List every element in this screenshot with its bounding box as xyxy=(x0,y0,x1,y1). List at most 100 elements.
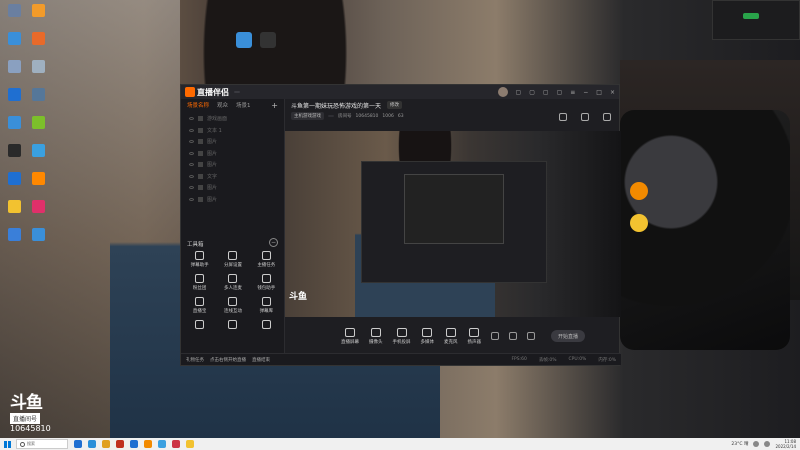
taskbar-app-icon[interactable] xyxy=(186,440,194,448)
tab-scene1[interactable]: 场景1 xyxy=(236,101,251,109)
clock[interactable]: 11:08 2022/2/14 xyxy=(775,439,796,449)
maximize-icon[interactable]: □ xyxy=(596,89,602,96)
scene-item[interactable]: 图片 xyxy=(189,194,276,206)
tool-item[interactable]: 弹幕助手 xyxy=(183,251,216,268)
desktop-shortcut[interactable] xyxy=(4,116,24,138)
notice-icon[interactable]: ▢ xyxy=(529,89,535,96)
desktop-shortcut[interactable] xyxy=(4,144,24,166)
taskbar-app-icon[interactable] xyxy=(102,440,110,448)
taskbar-app-icon[interactable] xyxy=(74,440,82,448)
message-icon[interactable]: ▢ xyxy=(557,89,563,96)
volume-icon[interactable] xyxy=(764,441,771,447)
desktop-shortcut[interactable] xyxy=(28,4,48,26)
menu-icon[interactable]: ≡ xyxy=(570,89,575,96)
scene-item[interactable]: 图片 xyxy=(189,182,276,194)
toolbox-collapse-button[interactable]: − xyxy=(269,238,278,247)
taskbar-search[interactable]: 搜索 xyxy=(16,439,68,449)
desktop-app-icon[interactable] xyxy=(630,214,648,232)
desktop-shortcut[interactable] xyxy=(4,172,24,194)
gift-icon[interactable]: ▢ xyxy=(516,89,522,96)
status-task[interactable]: 礼物任务 xyxy=(186,357,204,363)
screen-capture-button[interactable]: 直播屏幕 xyxy=(341,327,359,345)
visibility-icon[interactable] xyxy=(189,174,194,178)
taskbar-app-icon[interactable] xyxy=(88,440,96,448)
scene-item[interactable]: 文本 1 xyxy=(189,125,276,137)
stream-preview[interactable]: 斗鱼 xyxy=(285,131,621,317)
tool-item[interactable]: 连线互动 xyxy=(216,297,249,314)
gift-box-icon[interactable] xyxy=(559,113,567,121)
tool-item[interactable]: 粉丝团 xyxy=(183,274,216,291)
scene-item[interactable]: 图片 xyxy=(189,136,276,148)
start-button[interactable] xyxy=(0,438,14,450)
visibility-icon[interactable] xyxy=(189,197,194,201)
visibility-icon[interactable] xyxy=(189,163,194,167)
tool-item[interactable] xyxy=(250,320,283,331)
user-avatar[interactable] xyxy=(497,87,508,97)
device-chip[interactable] xyxy=(328,115,334,117)
header-tools xyxy=(559,113,611,121)
desktop-shortcut[interactable] xyxy=(28,228,48,250)
tool-item[interactable]: 弹幕库 xyxy=(250,297,283,314)
taskbar-app-icon[interactable] xyxy=(172,440,180,448)
minimize-icon[interactable]: − xyxy=(583,89,588,96)
desktop-shortcut[interactable] xyxy=(28,116,48,138)
tool-item[interactable]: 主播任务 xyxy=(250,251,283,268)
settings-icon[interactable] xyxy=(527,332,535,340)
version-badge[interactable] xyxy=(234,91,240,93)
tool-item[interactable]: 钱包助手 xyxy=(250,274,283,291)
camera-button[interactable]: 摄像头 xyxy=(369,327,383,345)
desktop-shortcut[interactable] xyxy=(4,88,24,110)
desktop-shortcut[interactable] xyxy=(4,228,24,250)
tool-item[interactable]: 直播宝 xyxy=(183,297,216,314)
notification-popup[interactable] xyxy=(712,0,800,40)
visibility-icon[interactable] xyxy=(189,128,194,132)
taskbar-app-icon[interactable] xyxy=(158,440,166,448)
edit-title-button[interactable]: 修改 xyxy=(387,101,403,109)
desktop-app-icon[interactable] xyxy=(260,32,276,48)
tab-audience[interactable]: 观众 xyxy=(217,101,228,109)
tool-item[interactable] xyxy=(216,320,249,331)
desktop-shortcut[interactable] xyxy=(4,200,24,222)
tab-scene[interactable]: 场景名称 xyxy=(187,101,209,109)
visibility-icon[interactable] xyxy=(189,151,194,155)
visibility-icon[interactable] xyxy=(189,117,194,121)
desktop-shortcut[interactable] xyxy=(28,200,48,222)
desktop-shortcut[interactable] xyxy=(28,60,48,82)
tool-item[interactable]: 分屏设置 xyxy=(216,251,249,268)
taskbar-app-icon[interactable] xyxy=(116,440,124,448)
share-icon[interactable] xyxy=(603,113,611,121)
scene-item[interactable]: 图片 xyxy=(189,159,276,171)
add-scene-button[interactable]: + xyxy=(271,101,278,110)
taskbar-app-icon[interactable] xyxy=(130,440,138,448)
scene-item[interactable]: 图片 xyxy=(189,148,276,160)
shirt-icon[interactable]: ▢ xyxy=(543,89,549,96)
phone-cast-button[interactable]: 手机投屏 xyxy=(393,327,411,345)
media-button[interactable]: 多媒体 xyxy=(421,327,434,345)
category-chip[interactable]: 主机游戏游戏 xyxy=(291,112,324,120)
desktop-app-icon[interactable] xyxy=(630,182,648,200)
taskbar-app-icon[interactable] xyxy=(144,440,152,448)
visibility-icon[interactable] xyxy=(189,140,194,144)
network-icon[interactable] xyxy=(753,441,760,447)
desktop-shortcut[interactable] xyxy=(4,60,24,82)
scene-item[interactable]: 文字 xyxy=(189,171,276,183)
desktop-shortcut[interactable] xyxy=(28,172,48,194)
scene-item[interactable]: 游戏画面 xyxy=(189,113,276,125)
desktop-app-icon[interactable] xyxy=(236,32,252,48)
desktop-shortcut[interactable] xyxy=(28,32,48,54)
weather-text[interactable]: 23°C 晴 xyxy=(731,441,748,447)
start-live-button[interactable]: 开始直播 xyxy=(551,330,585,342)
lock-icon[interactable] xyxy=(581,113,589,121)
desktop-shortcut[interactable] xyxy=(28,144,48,166)
tool-item[interactable] xyxy=(183,320,216,331)
record-icon[interactable] xyxy=(491,332,499,340)
desktop-shortcut[interactable] xyxy=(4,4,24,26)
tool-item[interactable]: 多人连麦 xyxy=(216,274,249,291)
microphone-button[interactable]: 麦克风 xyxy=(444,327,458,345)
eye-icon[interactable] xyxy=(509,332,517,340)
speaker-button[interactable]: 扬声器 xyxy=(468,327,481,345)
close-icon[interactable]: × xyxy=(610,89,615,96)
desktop-shortcut[interactable] xyxy=(28,88,48,110)
desktop-shortcut[interactable] xyxy=(4,32,24,54)
visibility-icon[interactable] xyxy=(189,186,194,190)
